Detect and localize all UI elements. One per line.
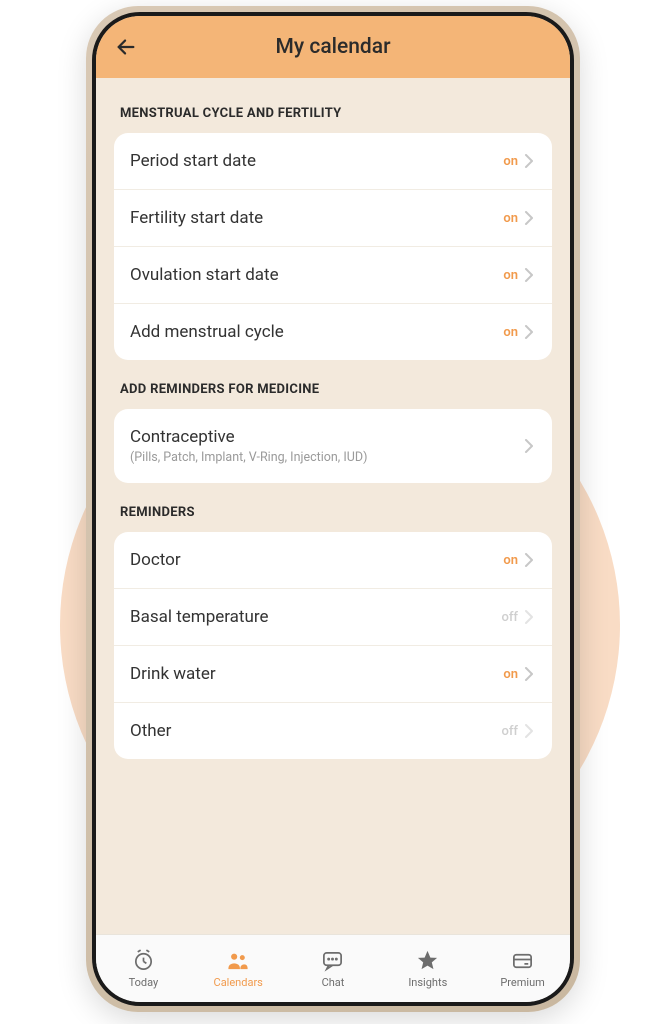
nav-label: Calendars [214, 976, 263, 989]
nav-insights[interactable]: Insights [380, 935, 475, 1002]
row-ovulation-start[interactable]: Ovulation start date on [114, 247, 552, 304]
chevron-right-icon [522, 439, 536, 453]
row-label: Add menstrual cycle [130, 322, 503, 342]
row-drink-water[interactable]: Drink water on [114, 646, 552, 703]
chevron-right-icon [522, 211, 536, 225]
row-label: Period start date [130, 151, 503, 171]
chevron-right-icon [522, 610, 536, 624]
row-doctor[interactable]: Doctor on [114, 532, 552, 589]
row-basal-temperature[interactable]: Basal temperature off [114, 589, 552, 646]
state-badge: on [503, 268, 518, 283]
row-label: Contraceptive [130, 427, 522, 447]
chevron-right-icon [522, 553, 536, 567]
nav-calendars[interactable]: Calendars [191, 935, 286, 1002]
state-badge: on [503, 211, 518, 226]
row-other[interactable]: Other off [114, 703, 552, 759]
chevron-right-icon [522, 268, 536, 282]
state-badge: off [501, 724, 518, 739]
content-scroll[interactable]: MENSTRUAL CYCLE AND FERTILITY Period sta… [96, 78, 570, 934]
card-reminders: Doctor on Basal temperature off Drink wa… [114, 532, 552, 759]
page-title: My calendar [96, 35, 570, 59]
chevron-right-icon [522, 667, 536, 681]
row-label: Other [130, 721, 501, 741]
row-label: Doctor [130, 550, 503, 570]
nav-label: Today [129, 976, 159, 989]
chat-icon [321, 949, 345, 973]
row-label: Basal temperature [130, 607, 501, 627]
star-icon [416, 949, 440, 973]
state-badge: on [503, 553, 518, 568]
chevron-right-icon [522, 325, 536, 339]
nav-today[interactable]: Today [96, 935, 191, 1002]
nav-label: Insights [408, 976, 447, 989]
nav-label: Chat [322, 976, 345, 989]
section-title-reminders: REMINDERS [120, 505, 546, 520]
row-label: Ovulation start date [130, 265, 503, 285]
row-add-menstrual-cycle[interactable]: Add menstrual cycle on [114, 304, 552, 360]
header: My calendar [96, 16, 570, 78]
back-button[interactable] [112, 33, 140, 61]
row-label: Fertility start date [130, 208, 503, 228]
bottom-nav: Today Calendars Chat [96, 934, 570, 1002]
card-cycle: Period start date on Fertility start dat… [114, 133, 552, 360]
chevron-right-icon [522, 724, 536, 738]
row-label: Drink water [130, 664, 503, 684]
nav-chat[interactable]: Chat [286, 935, 381, 1002]
screen: My calendar MENSTRUAL CYCLE AND FERTILIT… [96, 16, 570, 1002]
state-badge: on [503, 325, 518, 340]
state-badge: off [501, 610, 518, 625]
nav-premium[interactable]: Premium [475, 935, 570, 1002]
section-title-medicine: ADD REMINDERS FOR MEDICINE [120, 382, 546, 397]
row-fertility-start[interactable]: Fertility start date on [114, 190, 552, 247]
nav-label: Premium [500, 976, 544, 989]
state-badge: on [503, 667, 518, 682]
row-sublabel: (Pills, Patch, Implant, V-Ring, Injectio… [130, 450, 522, 465]
card-icon [511, 949, 535, 973]
phone-frame: My calendar MENSTRUAL CYCLE AND FERTILIT… [86, 6, 580, 1012]
back-arrow-icon [115, 36, 137, 58]
people-icon [226, 949, 250, 973]
state-badge: on [503, 154, 518, 169]
card-medicine: Contraceptive (Pills, Patch, Implant, V-… [114, 409, 552, 483]
row-period-start[interactable]: Period start date on [114, 133, 552, 190]
clock-icon [131, 949, 155, 973]
row-contraceptive[interactable]: Contraceptive (Pills, Patch, Implant, V-… [114, 409, 552, 483]
chevron-right-icon [522, 154, 536, 168]
section-title-cycle: MENSTRUAL CYCLE AND FERTILITY [120, 106, 546, 121]
